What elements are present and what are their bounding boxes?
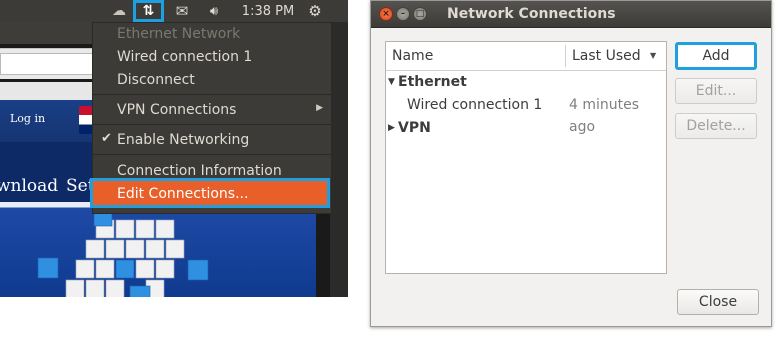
window-minimize-icon[interactable]: – bbox=[396, 7, 410, 21]
window-maximize-icon[interactable]: □ bbox=[413, 7, 427, 21]
column-header-name[interactable]: Name bbox=[392, 48, 433, 64]
add-button[interactable]: Add bbox=[675, 42, 757, 70]
uk-flag-icon[interactable] bbox=[79, 106, 93, 134]
menu-separator bbox=[93, 94, 331, 95]
cloud-icon[interactable]: ☁ bbox=[108, 0, 130, 22]
network-connections-dialog: × – □ Network Connections Name Last Used… bbox=[370, 0, 772, 327]
window-close-icon[interactable]: × bbox=[379, 7, 393, 21]
nav-download-link[interactable]: wnload bbox=[0, 176, 58, 196]
dialog-titlebar[interactable]: × – □ Network Connections bbox=[371, 1, 771, 28]
menu-item-enable-networking[interactable]: Enable Networking bbox=[117, 129, 249, 151]
connection-name: Wired connection 1 bbox=[407, 97, 543, 113]
top-panel: ☁ ⇅ ✉ 🔊︎ 1:38 PM ⚙ bbox=[0, 0, 348, 22]
mail-icon[interactable]: ✉ bbox=[171, 0, 193, 22]
delete-button[interactable]: Delete... bbox=[675, 113, 757, 139]
settings-gear-icon[interactable]: ⚙ bbox=[304, 0, 326, 22]
menu-item-vpn-connections[interactable]: VPN Connections bbox=[117, 99, 236, 121]
checkmark-icon: ✔ bbox=[101, 131, 112, 146]
network-indicator-menu: Ethernet Network Wired connection 1 Disc… bbox=[90, 22, 332, 214]
group-label: VPN bbox=[398, 120, 431, 136]
list-header: Name Last Used ▼ bbox=[386, 42, 666, 71]
menu-item-wired-connection[interactable]: Wired connection 1 bbox=[117, 46, 252, 68]
menu-item-label: Edit Connections... bbox=[117, 186, 249, 202]
column-divider[interactable] bbox=[565, 45, 566, 67]
desktop-screenshot: Log in wnload Set ☁ ⇅ ✉ 🔊︎ 1:38 PM ⚙ Eth… bbox=[0, 0, 348, 297]
address-bar[interactable] bbox=[0, 53, 98, 75]
menu-item-disconnect[interactable]: Disconnect bbox=[117, 69, 195, 91]
menu-separator bbox=[93, 124, 331, 125]
edit-button[interactable]: Edit... bbox=[675, 78, 757, 104]
sort-descending-icon[interactable]: ▼ bbox=[650, 51, 656, 60]
submenu-arrow-icon: ▶ bbox=[316, 103, 323, 113]
group-row-ethernet[interactable]: ▼ Ethernet bbox=[386, 71, 666, 93]
clock[interactable]: 1:38 PM bbox=[238, 0, 298, 22]
login-link[interactable]: Log in bbox=[10, 112, 45, 125]
expander-expanded-icon[interactable]: ▼ bbox=[388, 71, 395, 93]
column-header-last-used[interactable]: Last Used bbox=[572, 48, 641, 64]
volume-icon[interactable]: 🔊︎ bbox=[201, 0, 227, 22]
cubes-graphic bbox=[37, 210, 209, 297]
connections-tree[interactable]: Name Last Used ▼ ▼ Ethernet Wired connec… bbox=[385, 41, 667, 274]
menu-separator bbox=[93, 154, 331, 155]
connection-row[interactable]: Wired connection 1 4 minutes ago bbox=[386, 94, 666, 135]
group-row-vpn[interactable]: ▶ VPN bbox=[386, 117, 666, 139]
menu-item-edit-connections[interactable]: Edit Connections... bbox=[90, 178, 330, 208]
menu-header-ethernet-network: Ethernet Network bbox=[117, 26, 241, 42]
close-button[interactable]: Close bbox=[677, 289, 759, 315]
dialog-title: Network Connections bbox=[447, 6, 616, 22]
expander-collapsed-icon[interactable]: ▶ bbox=[388, 117, 395, 139]
hero-banner bbox=[0, 202, 316, 297]
network-updown-icon[interactable]: ⇅ bbox=[133, 0, 164, 22]
group-label: Ethernet bbox=[398, 74, 467, 90]
